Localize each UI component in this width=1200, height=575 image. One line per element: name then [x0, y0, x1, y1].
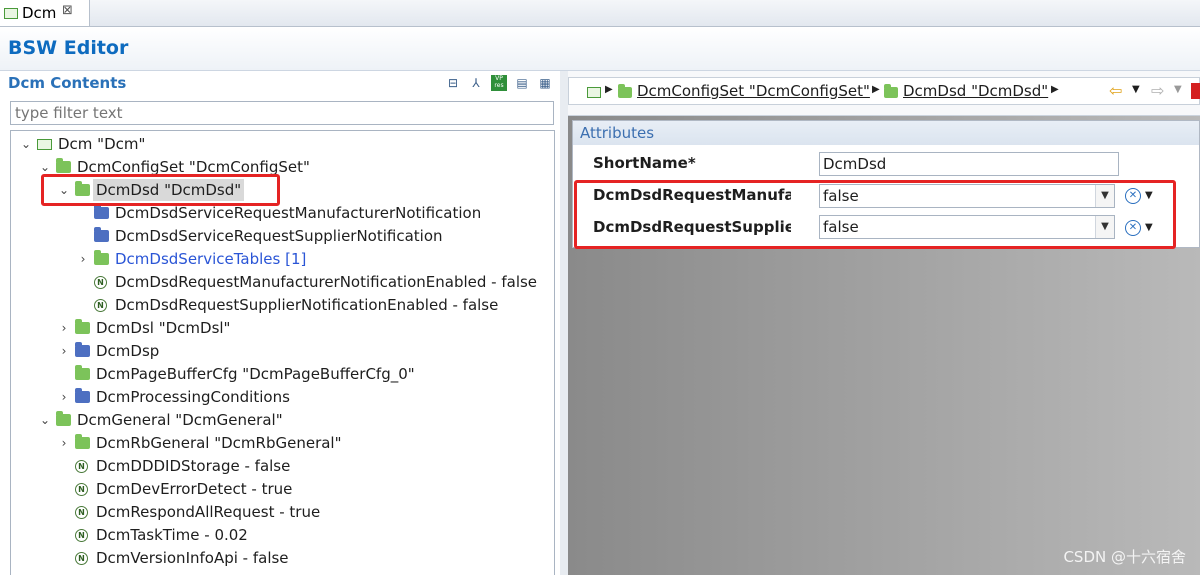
tree-item-label: DcmDsp	[96, 342, 160, 360]
chevron-right-icon[interactable]: ›	[57, 340, 71, 362]
chevron-right-icon[interactable]: ›	[76, 248, 90, 270]
breadcrumb: ▶ DcmConfigSet "DcmConfigSet" ▶ DcmDsd "…	[568, 77, 1200, 105]
editor-tab-label: Dcm	[22, 4, 57, 22]
folder-icon	[75, 388, 90, 403]
folder-icon	[56, 158, 71, 173]
editor-header: BSW Editor	[0, 27, 1200, 71]
shortname-label: ShortName*	[593, 154, 696, 172]
tree-item-label: DcmDsl "DcmDsl"	[96, 319, 231, 337]
breadcrumb-arrow-icon[interactable]: ▶	[872, 84, 880, 95]
document-icon[interactable]: ▤	[515, 76, 529, 90]
breadcrumb-item-configset[interactable]: DcmConfigSet "DcmConfigSet"	[637, 82, 870, 100]
parameter-icon: N	[94, 299, 107, 312]
tree-item-label: DcmDsdServiceRequestSupplierNotification	[115, 227, 443, 245]
folder-icon	[884, 84, 898, 98]
folder-icon	[56, 411, 71, 426]
forward-menu-chevron-icon[interactable]: ▼	[1174, 84, 1182, 95]
parameter-icon: N	[75, 483, 88, 496]
contents-title: Dcm Contents	[8, 74, 127, 92]
tree-item-label: DcmDsdRequestSupplierNotificationEnabled…	[115, 296, 499, 314]
back-menu-chevron-icon[interactable]: ▼	[1132, 84, 1140, 95]
filter-input[interactable]	[11, 102, 549, 124]
chevron-right-icon[interactable]: ›	[57, 432, 71, 454]
tool-icon[interactable]	[1191, 83, 1200, 99]
tree-item-label: DcmDDDIDStorage - false	[96, 457, 291, 475]
editor-tab-strip: Dcm ⊠	[0, 0, 1200, 27]
tree-item-label: DcmDevErrorDetect - true	[96, 480, 293, 498]
details-panel: ▶ DcmConfigSet "DcmConfigSet" ▶ DcmDsd "…	[568, 71, 1200, 575]
folder-icon	[75, 319, 90, 334]
parameter-icon: N	[75, 552, 88, 565]
table-icon[interactable]: ▦	[538, 76, 552, 90]
highlight-box	[574, 180, 1176, 249]
folder-icon	[75, 342, 90, 357]
highlight-box	[41, 174, 280, 206]
folder-icon	[75, 434, 90, 449]
module-icon	[4, 8, 18, 19]
tree-item-label: DcmDsdServiceTables [1]	[115, 250, 307, 268]
tree-item-label: DcmVersionInfoApi - false	[96, 549, 289, 567]
breadcrumb-item-dcmdsd[interactable]: DcmDsd "DcmDsd"	[903, 82, 1048, 100]
contents-panel: Dcm Contents ⊟ ⅄ VP res ▤ ▦ ⌄ Dcm "Dcm" ⌄ D…	[0, 71, 560, 575]
attributes-header[interactable]: Attributes	[573, 121, 1199, 145]
editor-tab-dcm[interactable]: Dcm ⊠	[0, 0, 90, 26]
filter-field[interactable]	[10, 101, 554, 125]
module-icon[interactable]	[587, 87, 601, 98]
tree-item-label: DcmRbGeneral "DcmRbGeneral"	[96, 434, 342, 452]
shortname-field[interactable]: DcmDsd	[819, 152, 1119, 176]
back-icon[interactable]: ⇦	[1109, 81, 1122, 100]
tree-item-label: DcmProcessingConditions	[96, 388, 290, 406]
attributes-title: Attributes	[580, 124, 655, 142]
chevron-down-icon[interactable]: ⌄	[38, 409, 52, 431]
watermark: CSDN @十六宿舍	[1063, 548, 1186, 566]
folder-icon	[94, 204, 109, 219]
parameter-icon: N	[94, 276, 107, 289]
variant-icon[interactable]: VP res	[491, 75, 507, 91]
parameter-icon: N	[75, 460, 88, 473]
tree-item-label: Dcm "Dcm"	[58, 135, 146, 153]
breadcrumb-bar: ▶ DcmConfigSet "DcmConfigSet" ▶ DcmDsd "…	[568, 71, 1200, 116]
module-icon	[37, 139, 52, 150]
editor-title: BSW Editor	[8, 37, 129, 59]
folder-icon	[618, 84, 632, 98]
tree-item-label: DcmGeneral "DcmGeneral"	[77, 411, 283, 429]
folder-icon	[94, 227, 109, 242]
breadcrumb-arrow-icon[interactable]: ▶	[1051, 84, 1059, 95]
collapse-all-icon[interactable]: ⊟	[446, 76, 460, 90]
tree-item-label: DcmRespondAllRequest - true	[96, 503, 321, 521]
close-icon[interactable]: ⊠	[62, 3, 73, 18]
hierarchy-icon[interactable]: ⅄	[469, 76, 483, 90]
parameter-icon: N	[75, 529, 88, 542]
breadcrumb-arrow-icon[interactable]: ▶	[605, 84, 613, 95]
parameter-icon: N	[75, 506, 88, 519]
chevron-down-icon[interactable]: ⌄	[19, 133, 33, 155]
tree-item-label: DcmTaskTime - 0.02	[96, 526, 248, 544]
chevron-right-icon[interactable]: ›	[57, 317, 71, 339]
folder-icon	[75, 365, 90, 380]
tree-item-label: DcmDsdRequestManufacturerNotificationEna…	[115, 273, 538, 291]
chevron-right-icon[interactable]: ›	[57, 386, 71, 408]
folder-icon	[94, 250, 109, 265]
forward-icon[interactable]: ⇨	[1151, 81, 1164, 100]
sash[interactable]	[560, 71, 568, 575]
tree-item-label: DcmPageBufferCfg "DcmPageBufferCfg_0"	[96, 365, 415, 383]
